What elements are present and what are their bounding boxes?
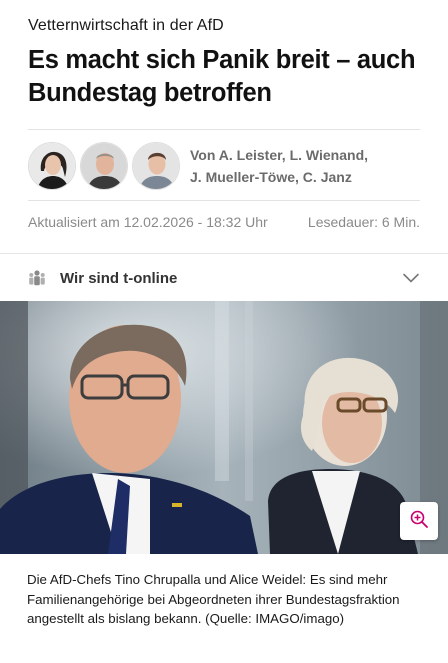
hero-image[interactable] [0, 301, 448, 554]
article-kicker: Vetternwirtschaft in der AfD [28, 17, 224, 34]
chevron-down-icon[interactable] [402, 269, 420, 287]
avatar[interactable] [132, 142, 180, 190]
authors-line[interactable]: J. Mueller-Töwe, C. Janz [190, 166, 368, 188]
brand-expander[interactable]: Wir sind t-online [0, 254, 448, 302]
updated-timestamp: Aktualisiert am 12.02.2026 - 18:32 Uhr [28, 213, 268, 230]
article-meta: Aktualisiert am 12.02.2026 - 18:32 Uhr L… [28, 201, 420, 240]
article-headline: Es macht sich Panik breit – auch Bundest… [28, 46, 416, 107]
author-avatars [28, 142, 180, 190]
brand-label[interactable]: Wir sind t-online [60, 270, 402, 287]
hero-photo [0, 301, 448, 554]
article-header: Vetternwirtschaft in der AfD Es macht si… [0, 0, 448, 240]
avatar[interactable] [28, 142, 76, 190]
avatar[interactable] [80, 142, 128, 190]
reading-time: Lesedauer: 6 Min. [307, 213, 420, 230]
author-names[interactable]: Von A. Leister, L. Wienand, J. Mueller-T… [190, 144, 368, 188]
people-icon [28, 269, 46, 287]
zoom-button[interactable] [400, 502, 438, 540]
zoom-in-icon [409, 509, 429, 534]
image-caption: Die AfD-Chefs Tino Chrupalla und Alice W… [27, 572, 400, 626]
authors-line[interactable]: Von A. Leister, L. Wienand, [190, 144, 368, 166]
authors-row[interactable]: Von A. Leister, L. Wienand, J. Mueller-T… [28, 130, 420, 191]
